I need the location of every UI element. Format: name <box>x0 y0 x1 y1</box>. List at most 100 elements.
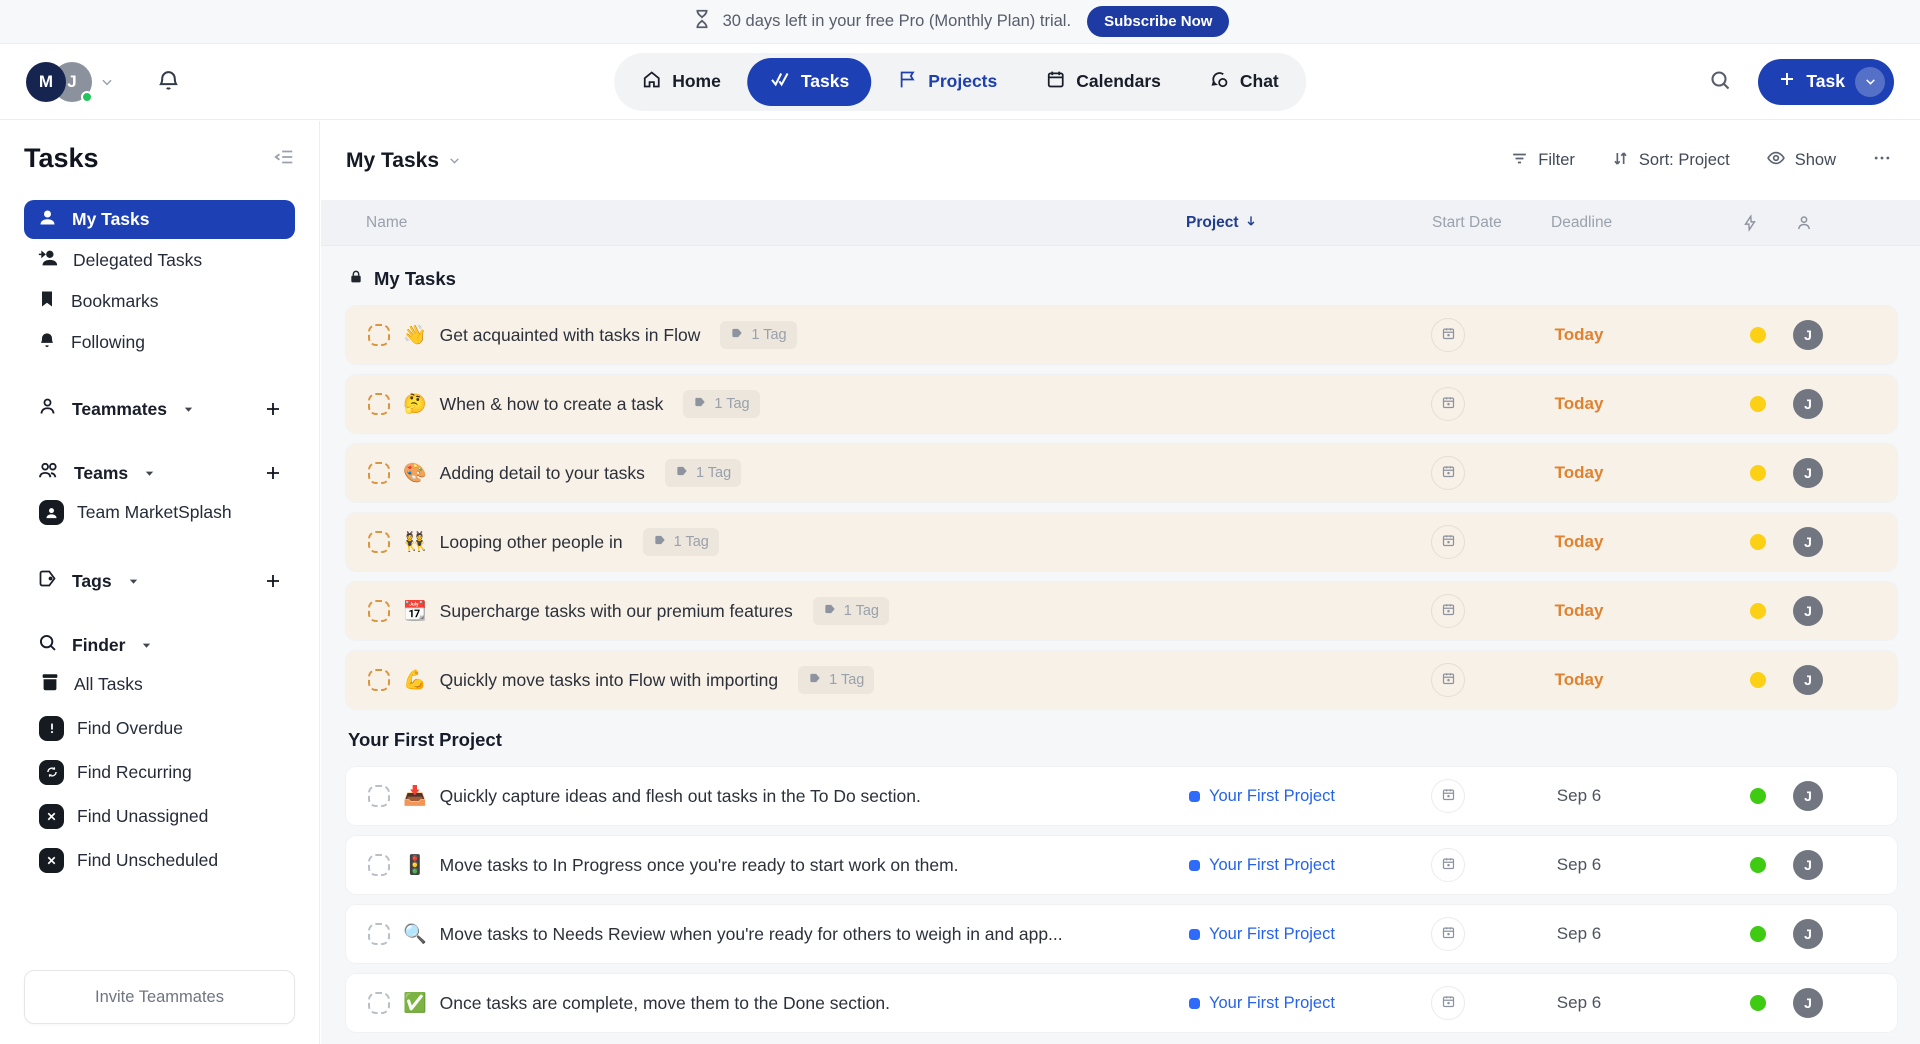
task-tag-chip[interactable]: 1 Tag <box>720 321 797 349</box>
start-date-button[interactable] <box>1431 456 1465 490</box>
sidebar-item-all-tasks[interactable]: All Tasks <box>24 662 295 706</box>
sidebar-item-find-unassigned[interactable]: Find Unassigned <box>24 794 295 838</box>
nav-calendars[interactable]: Calendars <box>1023 58 1183 106</box>
task-deadline[interactable]: Sep 6 <box>1506 974 1652 1032</box>
task-row[interactable]: 🤔 When & how to create a task 1 Tag Toda… <box>346 375 1897 433</box>
assignee-avatar[interactable]: J <box>1793 665 1823 695</box>
task-title[interactable]: Looping other people in <box>440 532 623 553</box>
task-row[interactable]: 📆 Supercharge tasks with our premium fea… <box>346 582 1897 640</box>
start-date-button[interactable] <box>1431 663 1465 697</box>
start-date-button[interactable] <box>1431 986 1465 1020</box>
task-checkbox[interactable] <box>368 854 390 876</box>
priority-dot[interactable] <box>1750 995 1766 1011</box>
task-title[interactable]: Move tasks to In Progress once you're re… <box>440 855 959 876</box>
task-tag-chip[interactable]: 1 Tag <box>683 390 760 418</box>
priority-dot[interactable] <box>1750 465 1766 481</box>
task-deadline[interactable]: Today <box>1506 513 1652 571</box>
task-project-link[interactable]: Your First Project <box>1189 905 1335 963</box>
task-project-link[interactable]: Your First Project <box>1189 974 1335 1032</box>
search-button[interactable] <box>1708 68 1732 95</box>
priority-dot[interactable] <box>1750 603 1766 619</box>
task-project-link[interactable]: Your First Project <box>1189 836 1335 894</box>
column-project-sorted[interactable]: Project <box>1186 200 1258 246</box>
task-tag-chip[interactable]: 1 Tag <box>812 597 889 625</box>
task-dropdown-toggle[interactable] <box>1855 66 1885 97</box>
sidebar-item-find-unscheduled[interactable]: Find Unscheduled <box>24 838 295 882</box>
task-checkbox[interactable] <box>368 531 390 553</box>
nav-projects[interactable]: Projects <box>875 58 1019 106</box>
task-title[interactable]: Supercharge tasks with our premium featu… <box>440 601 793 622</box>
priority-dot[interactable] <box>1750 857 1766 873</box>
task-row[interactable]: ✅ Once tasks are complete, move them to … <box>346 974 1897 1032</box>
assignee-avatar[interactable]: J <box>1793 389 1823 419</box>
task-row[interactable]: 👋 Get acquainted with tasks in Flow 1 Ta… <box>346 306 1897 364</box>
account-switcher[interactable]: M J <box>26 61 114 103</box>
invite-teammates-button[interactable]: Invite Teammates <box>24 970 295 1024</box>
task-title[interactable]: Quickly move tasks into Flow with import… <box>440 670 778 691</box>
view-title-dropdown[interactable]: My Tasks <box>346 149 461 173</box>
task-checkbox[interactable] <box>368 462 390 484</box>
task-checkbox[interactable] <box>368 324 390 346</box>
add-tag-button[interactable] <box>264 572 282 590</box>
task-checkbox[interactable] <box>368 992 390 1014</box>
task-row[interactable]: 👯 Looping other people in 1 Tag Today J <box>346 513 1897 571</box>
task-tag-chip[interactable]: 1 Tag <box>664 459 742 487</box>
notifications-button[interactable] <box>156 68 181 96</box>
task-row[interactable]: 🎨 Adding detail to your tasks 1 Tag Toda… <box>346 444 1897 502</box>
sidebar-item-team-marketsplash[interactable]: Team MarketSplash <box>24 490 295 534</box>
assignee-avatar[interactable]: J <box>1793 527 1823 557</box>
start-date-button[interactable] <box>1431 779 1465 813</box>
assignee-avatar[interactable]: J <box>1793 919 1823 949</box>
sidebar-section-teammates[interactable]: Teammates <box>24 392 295 426</box>
add-teammate-button[interactable] <box>264 400 282 418</box>
task-title[interactable]: Get acquainted with tasks in Flow <box>440 325 701 346</box>
task-title[interactable]: Adding detail to your tasks <box>440 463 645 484</box>
task-deadline[interactable]: Today <box>1506 306 1652 364</box>
task-deadline[interactable]: Sep 6 <box>1506 836 1652 894</box>
task-project-link[interactable]: Your First Project <box>1189 767 1335 825</box>
task-row[interactable]: 💪 Quickly move tasks into Flow with impo… <box>346 651 1897 709</box>
task-title[interactable]: Move tasks to Needs Review when you're r… <box>440 924 1063 945</box>
sidebar-item-following[interactable]: Following <box>24 323 295 362</box>
show-button[interactable]: Show <box>1766 148 1836 173</box>
filter-button[interactable]: Filter <box>1510 149 1575 173</box>
task-deadline[interactable]: Sep 6 <box>1506 767 1652 825</box>
add-task-button[interactable]: Task <box>1758 58 1894 105</box>
task-deadline[interactable]: Today <box>1506 651 1652 709</box>
start-date-button[interactable] <box>1431 318 1465 352</box>
task-deadline[interactable]: Today <box>1506 582 1652 640</box>
task-checkbox[interactable] <box>368 923 390 945</box>
task-tag-chip[interactable]: 1 Tag <box>642 528 719 556</box>
task-checkbox[interactable] <box>368 785 390 807</box>
priority-dot[interactable] <box>1750 672 1766 688</box>
task-deadline[interactable]: Sep 6 <box>1506 905 1652 963</box>
start-date-button[interactable] <box>1431 848 1465 882</box>
task-checkbox[interactable] <box>368 669 390 691</box>
start-date-button[interactable] <box>1431 917 1465 951</box>
sort-button[interactable]: Sort: Project <box>1611 149 1730 173</box>
task-checkbox[interactable] <box>368 393 390 415</box>
task-row[interactable]: 📥 Quickly capture ideas and flesh out ta… <box>346 767 1897 825</box>
priority-dot[interactable] <box>1750 327 1766 343</box>
assignee-avatar[interactable]: J <box>1793 596 1823 626</box>
assignee-avatar[interactable]: J <box>1793 320 1823 350</box>
task-checkbox[interactable] <box>368 600 390 622</box>
sidebar-item-find-overdue[interactable]: Find Overdue <box>24 706 295 750</box>
subscribe-now-button[interactable]: Subscribe Now <box>1087 6 1230 37</box>
priority-dot[interactable] <box>1750 396 1766 412</box>
start-date-button[interactable] <box>1431 387 1465 421</box>
nav-chat[interactable]: Chat <box>1187 58 1301 106</box>
assignee-avatar[interactable]: J <box>1793 850 1823 880</box>
task-deadline[interactable]: Today <box>1506 444 1652 502</box>
sidebar-section-teams[interactable]: Teams <box>24 456 295 490</box>
sidebar-section-tags[interactable]: Tags <box>24 564 295 598</box>
priority-dot[interactable] <box>1750 926 1766 942</box>
collapse-sidebar-button[interactable] <box>273 146 295 171</box>
task-title[interactable]: Quickly capture ideas and flesh out task… <box>440 786 921 807</box>
sidebar-section-finder[interactable]: Finder <box>24 628 295 662</box>
priority-dot[interactable] <box>1750 788 1766 804</box>
sidebar-item-find-recurring[interactable]: Find Recurring <box>24 750 295 794</box>
priority-dot[interactable] <box>1750 534 1766 550</box>
add-team-button[interactable] <box>264 464 282 482</box>
assignee-avatar[interactable]: J <box>1793 988 1823 1018</box>
